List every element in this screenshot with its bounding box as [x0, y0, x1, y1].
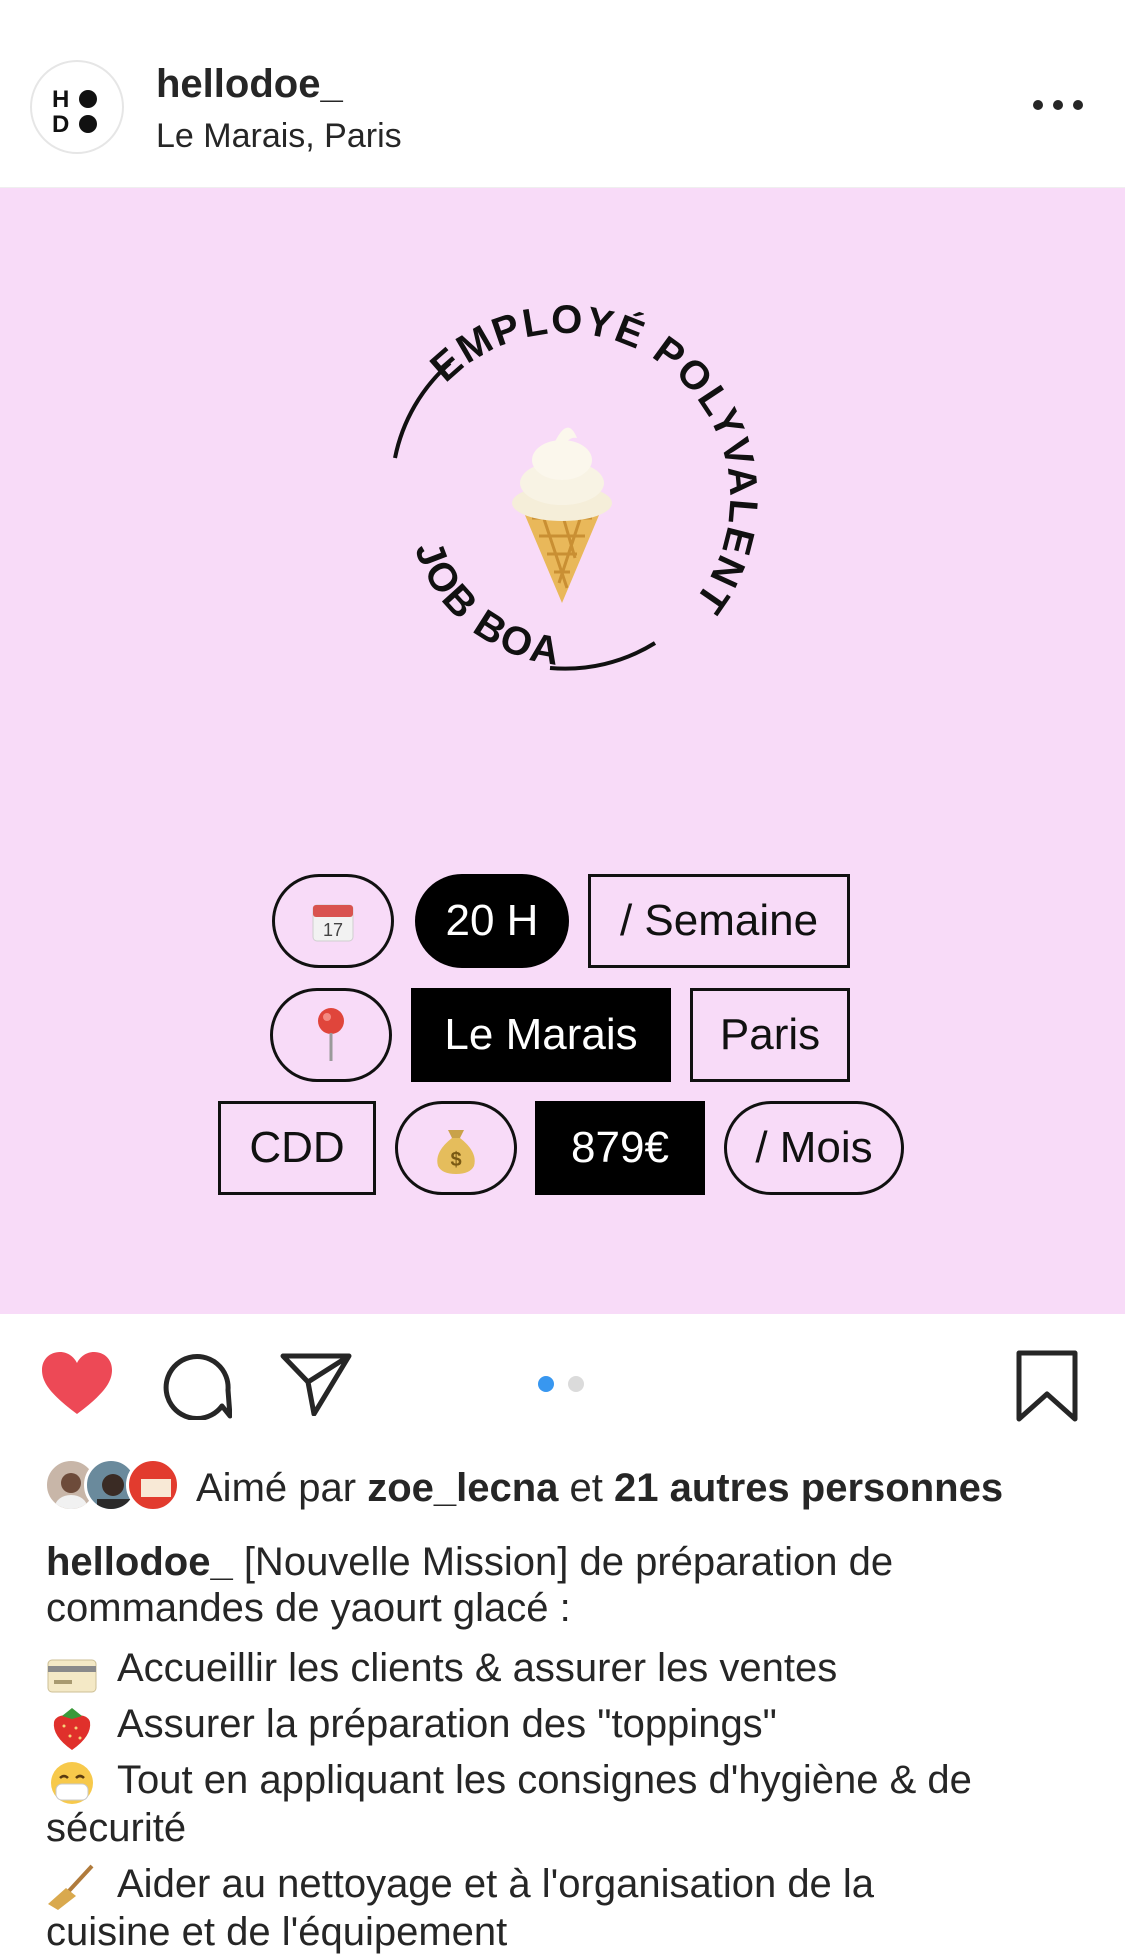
- per-week-tag: / Semaine: [588, 874, 850, 968]
- credit-card-icon: [47, 1659, 97, 1693]
- pin-icon: [318, 1008, 344, 1061]
- post-header: H D hellodoe_ Le Marais, Paris: [0, 0, 1125, 188]
- carousel-dot-active: [538, 1376, 554, 1392]
- calendar-tag: 17: [272, 874, 394, 968]
- caption-bullet: Tout en appliquant les consignes d'hygiè…: [117, 1758, 972, 1802]
- caption-bullet: Accueillir les clients & assurer les ven…: [117, 1646, 838, 1690]
- svg-text:H: H: [52, 86, 69, 113]
- post-location[interactable]: Le Marais, Paris: [156, 117, 402, 156]
- strawberry-icon: [53, 1708, 91, 1750]
- caption-bullet: cuisine et de l'équipement: [46, 1910, 508, 1954]
- calendar-icon: 17: [312, 904, 354, 942]
- location-pin-tag: [270, 988, 392, 1082]
- likes-text: Aimé par zoe_lecna et 21 autres personne…: [196, 1466, 1004, 1510]
- profile-avatar[interactable]: H D: [30, 60, 124, 154]
- face-mask-icon: [51, 1762, 93, 1804]
- like-heart-icon[interactable]: [40, 1350, 114, 1416]
- svg-text:D: D: [52, 111, 69, 138]
- svg-text:$: $: [450, 1149, 461, 1171]
- caption-bullet: sécurité: [46, 1806, 187, 1850]
- caption-text: commandes de yaourt glacé :: [46, 1586, 571, 1630]
- carousel-dot: [568, 1376, 584, 1392]
- broom-icon: [48, 1864, 94, 1910]
- salary-tag: 879€: [535, 1101, 705, 1195]
- ice-cream-icon: [512, 427, 612, 603]
- per-month-tag: / Mois: [724, 1101, 904, 1195]
- more-options-icon[interactable]: [1030, 90, 1086, 120]
- other-likers-link[interactable]: 21 autres personnes: [614, 1466, 1003, 1510]
- contract-tag: CDD: [218, 1101, 376, 1195]
- post-username[interactable]: hellodoe_: [156, 62, 343, 107]
- share-icon[interactable]: [280, 1352, 352, 1416]
- city-tag: Paris: [690, 988, 850, 1082]
- caption-bullet: Aider au nettoyage et à l'organisation d…: [117, 1862, 875, 1906]
- bookmark-icon[interactable]: [1016, 1350, 1078, 1422]
- liker-username[interactable]: zoe_lecna: [367, 1466, 558, 1510]
- hellodoe-logo-icon: H D: [52, 86, 97, 138]
- money-bag-icon: $: [437, 1130, 475, 1174]
- likes-summary[interactable]: Aimé par zoe_lecna et 21 autres personne…: [44, 1458, 1104, 1518]
- comment-icon[interactable]: [162, 1350, 232, 1420]
- caption-text: [Nouvelle Mission] de préparation de: [232, 1540, 894, 1584]
- district-tag: Le Marais: [411, 988, 671, 1082]
- action-bar: [0, 1314, 1125, 1464]
- svg-text:17: 17: [323, 920, 343, 940]
- caption-bullet: Assurer la préparation des "toppings": [117, 1702, 777, 1746]
- liker-avatar: [126, 1458, 180, 1512]
- hours-tag: 20 H: [415, 874, 569, 968]
- caption-username[interactable]: hellodoe_: [46, 1540, 233, 1584]
- money-tag: $: [395, 1101, 517, 1195]
- post-image[interactable]: EMPLOYÉ POLYVALENT JOB BOARD 17 20 H / S…: [0, 188, 1125, 1314]
